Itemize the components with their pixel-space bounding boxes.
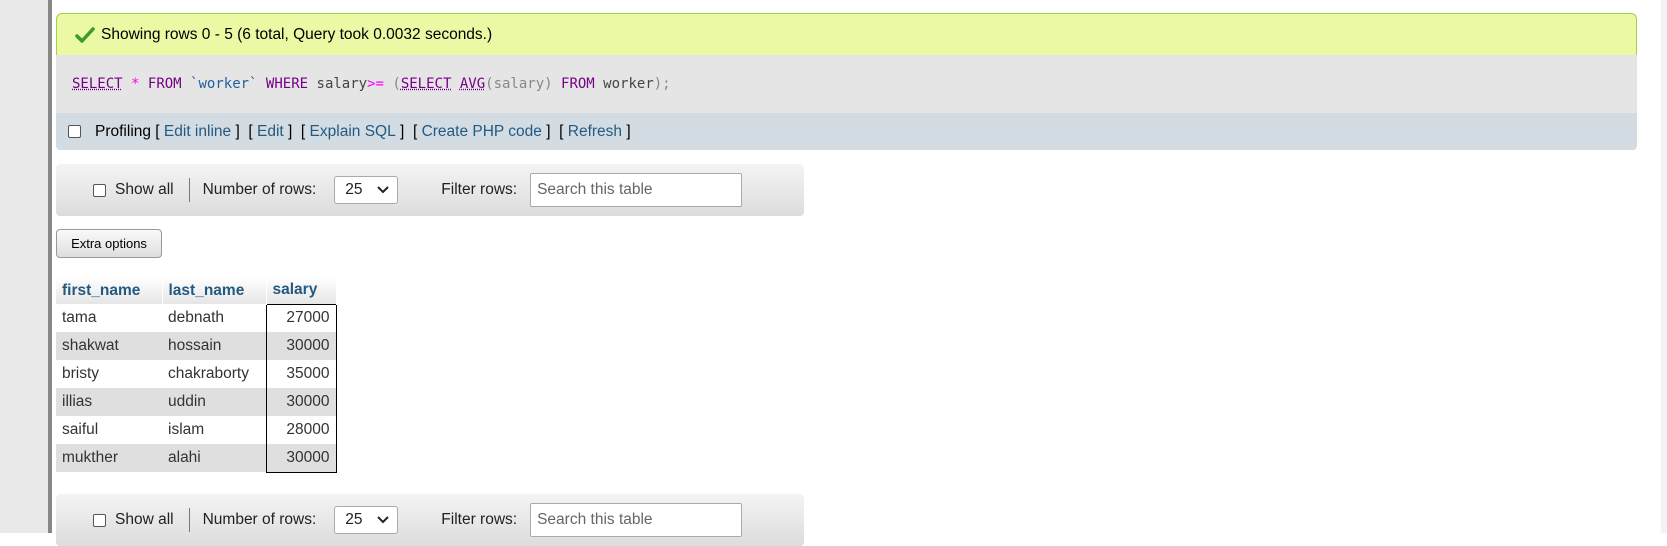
table-cell[interactable]: islam <box>162 416 266 444</box>
column-header-first-name[interactable]: first_name <box>56 277 163 304</box>
table-cell[interactable]: 30000 <box>265 332 337 360</box>
explain-sql-link[interactable]: Explain SQL <box>310 123 396 141</box>
sql-keyword: WHERE <box>265 76 309 92</box>
number-of-rows-label: Number of rows: <box>202 181 317 198</box>
table-cell[interactable]: mukther <box>56 444 162 472</box>
profiling-label: Profiling <box>95 122 151 140</box>
table-cell[interactable]: 28000 <box>265 416 337 444</box>
results-table: first_name last_name salary tama debnath… <box>56 277 337 473</box>
table-cell[interactable]: chakraborty <box>162 360 266 388</box>
filter-rows-input[interactable]: Search this table <box>530 503 743 537</box>
table-cell[interactable]: uddin <box>162 388 266 416</box>
chevron-down-icon <box>377 516 390 524</box>
sql-table: worker <box>603 76 654 92</box>
top-navigation-bar: Show all Number of rows: 25 Filter rows:… <box>56 164 804 216</box>
sql-paren: ( <box>392 76 401 92</box>
filter-rows-label: Filter rows: <box>441 511 518 528</box>
scrollbar[interactable] <box>1661 0 1667 533</box>
table-cell[interactable]: tama <box>56 304 162 332</box>
table-cell[interactable]: alahi <box>162 444 266 472</box>
edit-link[interactable]: Edit <box>257 123 284 141</box>
table-row[interactable]: bristy chakraborty 35000 <box>56 360 337 388</box>
table-cell[interactable]: shakwat <box>56 332 162 360</box>
success-text: Showing rows 0 - 5 (6 total, Query took … <box>101 25 493 43</box>
divider <box>188 178 190 202</box>
table-row[interactable]: mukther alahi 30000 <box>56 444 337 473</box>
sql-keyword: FROM <box>147 76 182 92</box>
table-row[interactable]: shakwat hossain 30000 <box>56 332 337 360</box>
number-of-rows-select[interactable]: 25 <box>334 506 399 534</box>
sql-keyword: FROM <box>561 76 595 92</box>
sql-keyword[interactable]: SELECT <box>72 76 123 92</box>
table-cell[interactable]: 30000 <box>265 444 337 473</box>
table-row[interactable]: tama debnath 27000 <box>56 303 337 332</box>
sql-column: salary <box>316 76 368 92</box>
sql-end: ); <box>653 76 671 92</box>
sql-arg: (salary) <box>485 76 553 92</box>
show-all-label[interactable]: Show all <box>115 181 174 199</box>
table-cell[interactable]: debnath <box>162 304 266 332</box>
extra-options-button[interactable]: Extra options <box>56 229 162 258</box>
filter-rows-label: Filter rows: <box>441 181 518 198</box>
refresh-link[interactable]: Refresh <box>568 123 622 141</box>
show-all-checkbox[interactable] <box>93 513 106 527</box>
sql-table: `worker` <box>190 76 258 92</box>
sql-function[interactable]: AVG <box>460 76 485 92</box>
check-icon <box>75 26 95 43</box>
column-header-salary[interactable]: salary <box>266 277 337 304</box>
divider <box>188 508 190 532</box>
number-of-rows-select[interactable]: 25 <box>334 176 399 204</box>
table-cell[interactable]: illias <box>56 388 162 416</box>
number-of-rows-value: 25 <box>345 181 363 198</box>
profiling-checkbox[interactable] <box>68 125 81 138</box>
table-row[interactable]: illias uddin 30000 <box>56 388 337 416</box>
table-cell[interactable]: saiful <box>56 416 162 444</box>
table-cell[interactable]: 30000 <box>265 388 337 416</box>
create-php-code-link[interactable]: Create PHP code <box>422 123 542 141</box>
number-of-rows-label: Number of rows: <box>202 511 317 528</box>
table-cell[interactable]: 35000 <box>265 360 337 388</box>
table-cell[interactable]: 27000 <box>265 303 337 332</box>
sql-keyword[interactable]: SELECT <box>401 76 452 92</box>
number-of-rows-value: 25 <box>345 511 363 528</box>
sql-query[interactable]: SELECT * FROM `worker` WHERE salary >= (S… <box>56 55 1637 113</box>
left-gutter <box>0 0 48 533</box>
sql-operator: * <box>131 76 140 92</box>
table-row[interactable]: saiful islam 28000 <box>56 416 337 444</box>
chevron-down-icon <box>377 186 390 194</box>
show-all-checkbox[interactable] <box>93 183 106 197</box>
success-message: Showing rows 0 - 5 (6 total, Query took … <box>56 13 1637 55</box>
sql-operator: >= <box>367 76 384 92</box>
bottom-navigation-bar: Show all Number of rows: 25 Filter rows:… <box>56 494 804 546</box>
left-border <box>48 0 52 533</box>
show-all-label[interactable]: Show all <box>115 511 174 529</box>
column-header-last-name[interactable]: last_name <box>162 277 267 304</box>
profiling-bar: Profiling [ Edit inline ] [ Edit ] [ Exp… <box>56 113 1637 150</box>
table-cell[interactable]: hossain <box>162 332 266 360</box>
table-cell[interactable]: bristy <box>56 360 162 388</box>
filter-rows-input[interactable]: Search this table <box>530 173 743 207</box>
edit-inline-link[interactable]: Edit inline <box>164 123 231 141</box>
